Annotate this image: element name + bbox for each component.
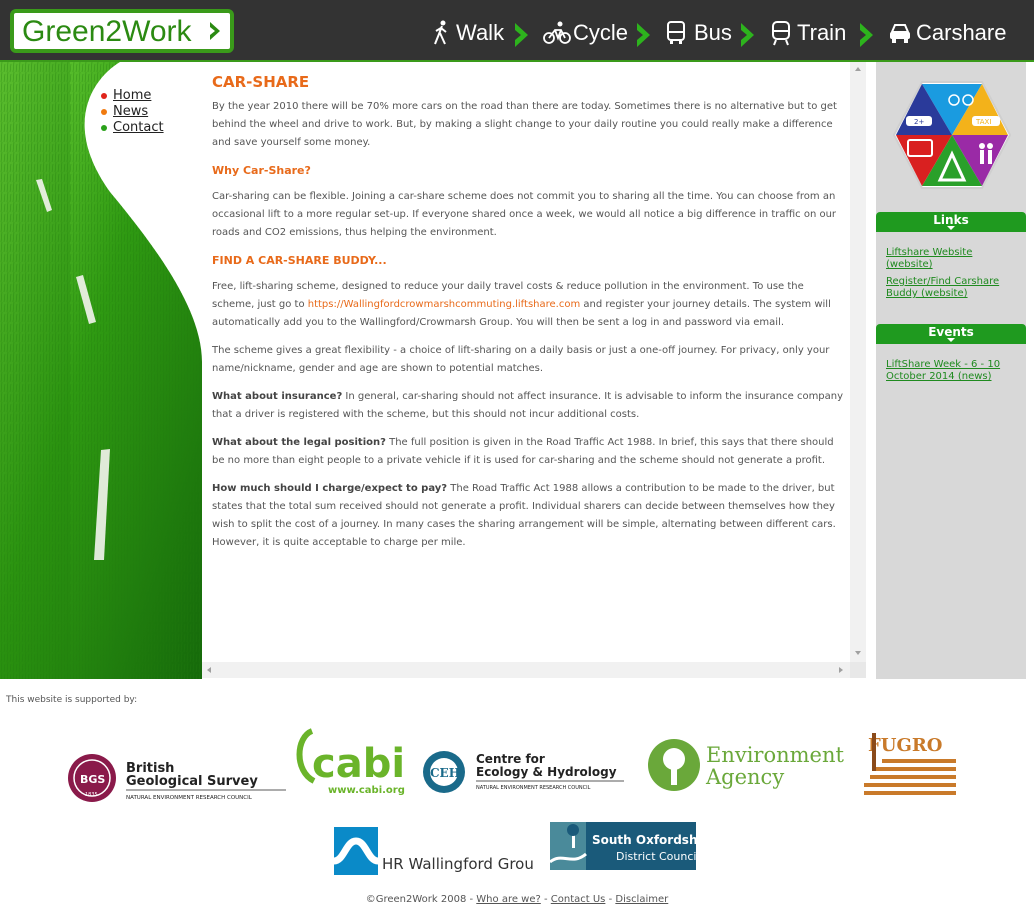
fugro-text: FUGRO: [868, 735, 943, 756]
ceh-emblem: CEH Centre for Ecology & Hydrology NATUR…: [423, 751, 624, 793]
nav-walk-label: Walk: [456, 20, 505, 45]
who-are-we-link[interactable]: Who are we?: [476, 894, 541, 905]
scrollbar-corner: [850, 662, 866, 678]
bgs-line2: Geological Survey: [126, 774, 258, 789]
badge-taxi: TAXI: [975, 118, 991, 126]
so-line2: District Council: [616, 850, 696, 863]
contact-us-link[interactable]: Contact Us: [551, 894, 606, 905]
liftshare-website-link[interactable]: Liftshare Website (website): [886, 247, 1021, 271]
horizontal-scrollbar[interactable]: [202, 662, 850, 678]
cabi-url: www.cabi.org: [328, 785, 405, 796]
charge-paragraph: How much should I charge/expect to pay? …: [212, 483, 836, 548]
nav-carshare[interactable]: Carshare: [889, 18, 1019, 50]
fugro-emblem: FUGRO: [862, 729, 956, 795]
environment-agency-logo[interactable]: Environment Agency: [646, 737, 845, 793]
bullet-dot-icon: [101, 109, 107, 115]
chevron-right-icon: [741, 23, 754, 47]
badge-2plus: 2+: [914, 118, 924, 126]
hr-wallingford-logo[interactable]: HR Wallingford Group: [333, 827, 543, 875]
nav-bus[interactable]: Bus: [666, 18, 736, 50]
legal-paragraph: What about the legal position? The full …: [212, 437, 834, 466]
ceh-line3: NATURAL ENVIRONMENT RESEARCH COUNCIL: [476, 785, 591, 791]
main-content-frame: CAR-SHARE By the year 2010 there will be…: [202, 62, 850, 662]
bgs-logo[interactable]: BGS 1835 British Geological Survey NATUR…: [66, 752, 288, 804]
hr-text: HR Wallingford Group: [382, 855, 534, 873]
left-nav-home-link[interactable]: Home: [113, 88, 151, 103]
ea-line2: Agency: [705, 765, 784, 789]
nav-cycle[interactable]: Cycle: [543, 18, 633, 50]
article: CAR-SHARE By the year 2010 there will be…: [212, 72, 844, 562]
grass-road-image: [0, 62, 202, 679]
bullet-dot-icon: [101, 93, 107, 99]
insurance-paragraph: What about insurance? In general, car-sh…: [212, 391, 844, 420]
nav-train-label: Train: [797, 20, 847, 45]
environment-agency-emblem: Environment Agency: [648, 739, 845, 791]
scroll-down-icon[interactable]: [850, 646, 866, 660]
logo-chevron-icon: [210, 22, 220, 40]
disclaimer-link[interactable]: Disclaimer: [615, 894, 668, 905]
ceh-line2: Ecology & Hydrology: [476, 765, 617, 779]
left-nav-contact-link[interactable]: Contact: [113, 120, 164, 135]
links-heading: Links: [876, 212, 1026, 232]
left-nav-news-link[interactable]: News: [113, 104, 148, 119]
ceh-line1: Centre for: [476, 752, 545, 766]
bgs-emblem: BGS 1835 British Geological Survey NATUR…: [68, 754, 286, 802]
nav-bus-label: Bus: [694, 20, 732, 45]
south-oxfordshire-emblem: South Oxfordshire District Council: [549, 822, 716, 870]
logo-text: Green2Work: [22, 15, 192, 48]
nav-carshare-label: Carshare: [916, 20, 1007, 45]
right-sidebar: 2+ TAXI Links Liftshare Website (website…: [876, 62, 1026, 679]
ceh-badge-text: CEH: [430, 766, 460, 780]
events-heading: Events: [876, 324, 1026, 344]
bicycle-icon: [543, 21, 571, 44]
chevron-right-icon: [637, 23, 650, 47]
chevron-right-icon: [515, 23, 528, 47]
ea-line1: Environment: [706, 743, 844, 767]
site-header: Green2Work Walk Cycle Bus Train Carshare: [0, 0, 1034, 62]
page-title: CAR-SHARE: [212, 73, 310, 91]
scroll-up-icon[interactable]: [850, 62, 866, 76]
flexibility-paragraph: The scheme gives a great flexibility - a…: [212, 345, 830, 374]
arrow-down-icon: [947, 338, 955, 342]
bullet-dot-icon: [101, 125, 107, 131]
supported-by-label: This website is supported by:: [6, 695, 138, 705]
nav-cycle-label: Cycle: [573, 20, 629, 45]
scroll-right-icon[interactable]: [834, 662, 848, 678]
site-logo[interactable]: Green2Work: [10, 9, 234, 53]
copyright-line: ©Green2Work 2008 - Who are we? - Contact…: [365, 894, 669, 905]
fugro-logo[interactable]: FUGRO: [862, 729, 956, 795]
cabi-emblem: cabi www.cabi.org: [296, 728, 405, 796]
bgs-badge-text: BGS: [80, 773, 105, 786]
bgs-year: 1835: [85, 792, 98, 798]
transport-hexagon-logo: 2+ TAXI: [892, 81, 1012, 189]
cabi-logo[interactable]: cabi www.cabi.org: [292, 727, 406, 797]
ceh-logo[interactable]: CEH Centre for Ecology & Hydrology NATUR…: [422, 748, 626, 798]
bgs-line3: NATURAL ENVIRONMENT RESEARCH COUNCIL: [126, 795, 253, 801]
find-paragraph: Free, lift-sharing scheme, designed to r…: [212, 281, 831, 328]
south-oxfordshire-logo[interactable]: South Oxfordshire District Council: [549, 822, 716, 870]
find-heading: FIND A CAR-SHARE BUDDY...: [212, 254, 387, 267]
bus-icon: [667, 21, 685, 44]
intro-paragraph: By the year 2010 there will be 70% more …: [212, 101, 837, 148]
liftshare-link[interactable]: https://Wallingfordcrowmarshcommuting.li…: [308, 299, 580, 310]
grass-road-banner: Home News Contact: [0, 62, 202, 679]
why-paragraph: Car-sharing can be flexible. Joining a c…: [212, 191, 837, 238]
cabi-mark: cabi: [312, 741, 405, 787]
arrow-down-icon: [947, 226, 955, 230]
liftshare-week-link[interactable]: LiftShare Week - 6 - 10 October 2014 (ne…: [886, 359, 1021, 383]
so-line1: South Oxfordshire: [592, 833, 696, 847]
car-icon: [890, 24, 910, 43]
register-carshare-link[interactable]: Register/Find Carshare Buddy (website): [886, 276, 1021, 300]
walk-icon: [434, 20, 447, 45]
vertical-scrollbar[interactable]: [850, 62, 866, 662]
hr-wallingford-emblem: HR Wallingford Group: [333, 827, 543, 875]
train-icon: [772, 21, 790, 46]
chevron-right-icon: [860, 23, 873, 47]
scroll-left-icon[interactable]: [202, 662, 216, 678]
why-heading: Why Car-Share?: [212, 164, 311, 177]
nav-train[interactable]: Train: [771, 18, 861, 50]
